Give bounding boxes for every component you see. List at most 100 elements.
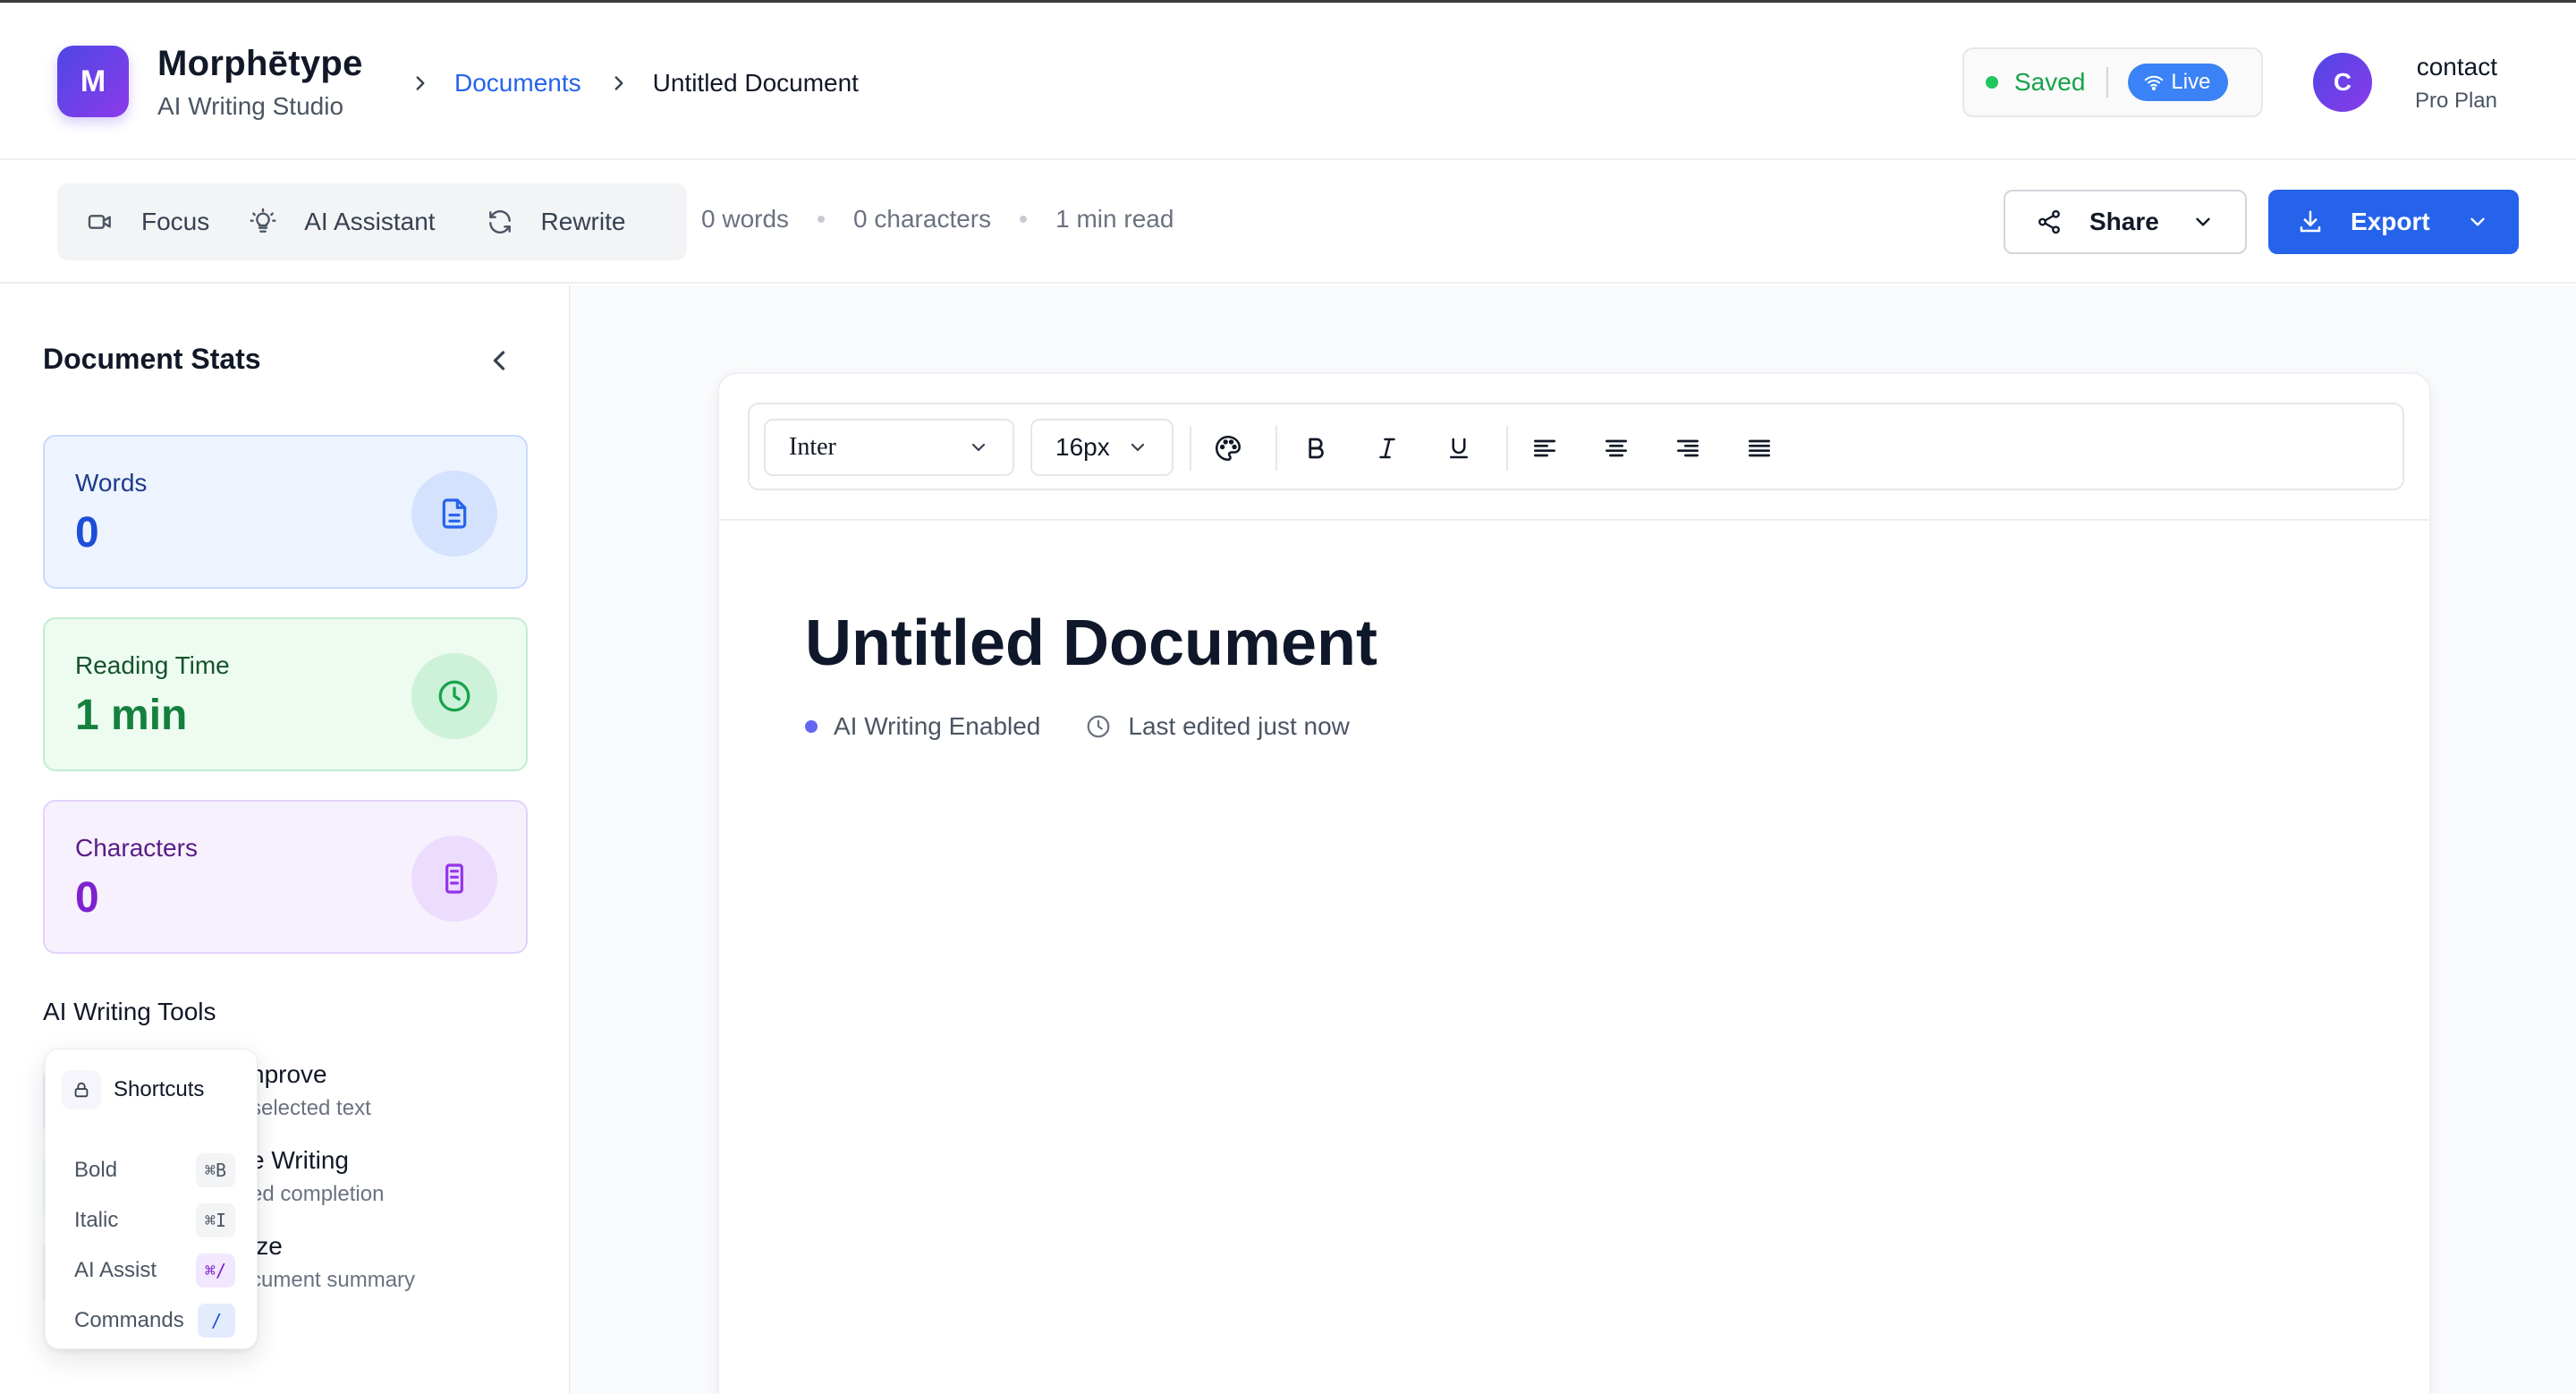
underline-icon	[1445, 435, 1472, 462]
document-icon	[411, 471, 497, 557]
ai-tools-title: AI Writing Tools	[43, 998, 216, 1025]
align-right-icon	[1674, 434, 1702, 463]
shortcuts-title: Shortcuts	[114, 1077, 205, 1101]
ai-assistant-button[interactable]: AI Assistant	[249, 183, 436, 260]
shortcut-key: /	[198, 1304, 235, 1338]
shortcut-label: Italic	[74, 1208, 119, 1232]
refresh-icon	[486, 208, 514, 236]
align-center-icon	[1602, 434, 1631, 463]
bold-button[interactable]	[1297, 429, 1335, 467]
brand-name: Morphētype	[157, 44, 363, 83]
breadcrumb-documents-link[interactable]: Documents	[454, 69, 581, 98]
shortcut-commands: Commands /	[74, 1303, 235, 1339]
align-right-button[interactable]	[1669, 429, 1707, 467]
wifi-icon	[2144, 72, 2164, 92]
app-header: M Morphētype AI Writing Studio Documents…	[0, 3, 2576, 160]
live-label: Live	[2171, 70, 2211, 94]
focus-button[interactable]: Focus	[86, 183, 209, 260]
chevron-down-icon	[1127, 437, 1148, 458]
user-avatar[interactable]: C	[2313, 53, 2372, 112]
underline-button[interactable]	[1440, 429, 1478, 467]
last-edited: Last edited just now	[1128, 712, 1350, 740]
clock-icon	[1085, 713, 1112, 740]
brand-subtitle: AI Writing Studio	[157, 92, 344, 120]
characters-stat-card: Characters 0	[43, 800, 528, 954]
shortcut-key: ⌘B	[195, 1153, 235, 1187]
document-title[interactable]: Untitled Document	[805, 607, 1377, 680]
saved-dot-icon	[1986, 76, 1998, 89]
chevron-down-icon	[2466, 210, 2489, 234]
chevron-down-icon	[968, 437, 989, 458]
font-size-value: 16px	[1055, 433, 1110, 461]
breadcrumb-current: Untitled Document	[652, 69, 859, 97]
font-family-select[interactable]: Inter	[764, 419, 1014, 476]
text-color-button[interactable]	[1209, 429, 1247, 467]
italic-button[interactable]	[1368, 429, 1406, 467]
share-button[interactable]: Share	[2004, 190, 2247, 254]
tool-improve-desc: selected text	[250, 1096, 371, 1120]
shortcut-italic: Italic ⌘I	[74, 1203, 235, 1238]
editor-card: Inter 16px Untitled Document AI Writing …	[717, 372, 2431, 1394]
user-name[interactable]: contact	[2417, 53, 2497, 81]
sidebar-title: Document Stats	[43, 343, 261, 375]
tool-summarize-desc: cument summary	[250, 1268, 416, 1292]
saved-label: Saved	[2014, 68, 2086, 96]
ai-assistant-label: AI Assistant	[304, 208, 436, 235]
share-icon	[2036, 208, 2063, 235]
words-stat-card: Words 0	[43, 435, 528, 589]
shortcut-key: ⌘/	[195, 1254, 235, 1288]
font-size-select[interactable]: 16px	[1030, 419, 1174, 476]
justify-button[interactable]	[1741, 429, 1778, 467]
mode-group: Focus AI Assistant Rewrite	[57, 183, 687, 260]
tool-writing-desc: ed completion	[250, 1182, 385, 1206]
shortcuts-popover: Shortcuts Bold ⌘B Italic ⌘I AI Assist ⌘/…	[45, 1049, 258, 1349]
read-time: 1 min read	[1055, 205, 1174, 233]
ai-status-dot-icon	[805, 720, 818, 733]
document-meta: AI Writing Enabled Last edited just now	[805, 712, 1350, 741]
chevron-down-icon	[2191, 210, 2215, 234]
focus-label: Focus	[141, 208, 210, 235]
formatting-toolbar: Inter 16px	[748, 403, 2404, 490]
download-icon	[2297, 208, 2324, 235]
word-count: 0 words	[701, 205, 790, 233]
palette-icon	[1213, 433, 1243, 463]
justify-icon	[1745, 434, 1774, 463]
shortcuts-header: Shortcuts	[62, 1067, 204, 1112]
rewrite-label: Rewrite	[540, 208, 626, 235]
ai-status: AI Writing Enabled	[834, 712, 1041, 740]
reading-time-stat-card: Reading Time 1 min	[43, 617, 528, 771]
shortcut-label: AI Assist	[74, 1258, 157, 1282]
align-center-button[interactable]	[1597, 429, 1635, 467]
text-icon	[411, 836, 497, 922]
breadcrumb: Documents Untitled Document	[404, 67, 859, 99]
share-label: Share	[2089, 208, 2159, 235]
lightbulb-icon	[249, 208, 277, 236]
shortcut-ai-assist: AI Assist ⌘/	[74, 1253, 235, 1288]
collapse-sidebar-button[interactable]	[483, 344, 515, 377]
save-status: Saved Live	[1962, 47, 2263, 117]
font-family-value: Inter	[789, 433, 836, 461]
shortcut-bold: Bold ⌘B	[74, 1152, 235, 1188]
bold-icon	[1302, 435, 1329, 462]
lock-icon	[62, 1070, 101, 1109]
align-left-button[interactable]	[1526, 429, 1563, 467]
inline-stats: 0 words 0 characters 1 min read	[701, 205, 1174, 234]
live-badge: Live	[2128, 64, 2229, 101]
chevron-right-icon	[404, 67, 436, 99]
shortcut-key: ⌘I	[195, 1203, 235, 1237]
align-left-icon	[1530, 434, 1559, 463]
tool-improve-name: nprove	[250, 1060, 327, 1088]
export-button[interactable]: Export	[2268, 190, 2519, 254]
video-icon	[86, 208, 114, 236]
italic-icon	[1374, 435, 1401, 462]
app-logo[interactable]: M	[57, 46, 129, 117]
chevron-right-icon	[603, 67, 635, 99]
character-count: 0 characters	[853, 205, 992, 233]
rewrite-button[interactable]: Rewrite	[486, 183, 626, 260]
export-label: Export	[2351, 208, 2430, 235]
tool-writing-name: e Writing	[250, 1146, 349, 1174]
shortcut-label: Bold	[74, 1158, 118, 1182]
document-toolbar: Focus AI Assistant Rewrite 0 words 0 cha…	[0, 162, 2576, 284]
clock-icon	[411, 653, 497, 739]
shortcut-label: Commands	[74, 1308, 184, 1332]
